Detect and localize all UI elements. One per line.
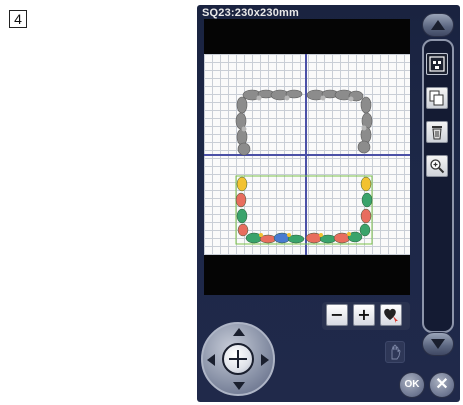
scroll-up-button[interactable] [422, 13, 454, 37]
embroidery-screen: SQ23:230x230mm − + OK ✕ [197, 5, 460, 402]
move-center-icon [229, 350, 247, 368]
minus-button[interactable]: − [326, 304, 348, 326]
move-down-icon[interactable] [233, 382, 245, 390]
delete-button[interactable] [426, 121, 448, 143]
multi-select-button[interactable] [426, 53, 448, 75]
design-frame-color[interactable] [234, 174, 374, 248]
scroll-track[interactable] [422, 39, 454, 333]
ok-button[interactable]: OK [399, 372, 425, 398]
scroll-down-button[interactable] [422, 332, 454, 356]
move-center-button[interactable] [222, 343, 254, 375]
duplicate-button[interactable] [426, 87, 448, 109]
zoom-in-icon [430, 159, 445, 174]
close-button[interactable]: ✕ [429, 372, 455, 398]
triangle-up-icon [431, 20, 445, 30]
stitch-toolbar: − + [322, 302, 410, 330]
zoom-in-button[interactable] [426, 155, 448, 177]
heart-pointer-icon [384, 308, 398, 323]
move-right-icon[interactable] [261, 354, 269, 366]
delete-icon [432, 126, 442, 140]
hoop-grid[interactable] [204, 54, 410, 255]
triangle-down-icon [431, 339, 445, 349]
step-number-box: 4 [9, 10, 27, 28]
duplicate-icon [429, 90, 444, 106]
design-frame-gray[interactable] [234, 89, 374, 157]
side-toolbar [419, 9, 455, 356]
move-up-icon[interactable] [233, 328, 245, 336]
hand-button[interactable] [385, 341, 405, 363]
heart-pointer-button[interactable] [380, 304, 402, 326]
move-left-icon[interactable] [207, 354, 215, 366]
multi-select-icon [429, 56, 445, 72]
hand-icon [391, 344, 401, 360]
page: 4 SQ23:230x230mm − + OK ✕ [0, 0, 463, 405]
move-dpad[interactable] [201, 322, 275, 396]
plus-button[interactable]: + [353, 304, 375, 326]
hoop-display [204, 19, 410, 295]
hoop-size-label: SQ23:230x230mm [202, 7, 299, 19]
